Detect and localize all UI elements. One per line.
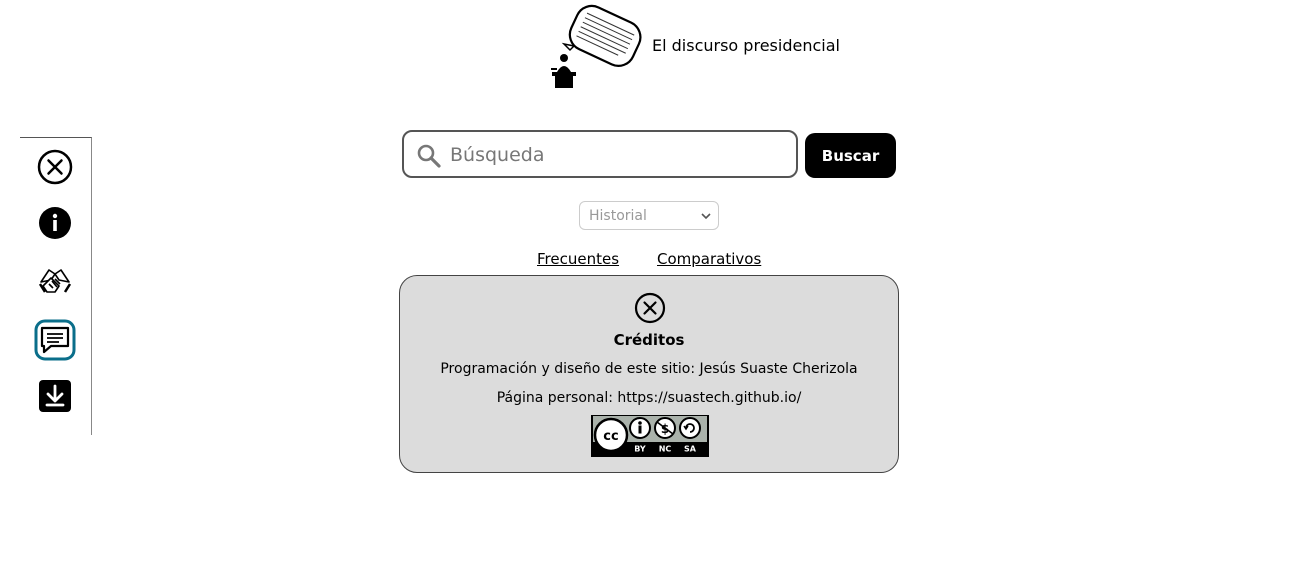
sidebar-collaboration-button[interactable] [37,262,73,298]
close-circle-icon [37,149,73,185]
svg-text:cc: cc [603,429,618,444]
sidebar-info-button[interactable] [37,205,73,241]
link-comparativos[interactable]: Comparativos [657,250,761,268]
credits-homepage: Página personal: https://suastech.github… [496,390,802,406]
search-icon [417,144,441,168]
site-title: El discurso presidencial [652,36,840,55]
handshake-icon [38,269,72,293]
sidebar-download-button[interactable] [37,378,73,414]
chevron-down-icon [701,213,711,220]
search-box [402,130,798,178]
site-logo [548,2,648,90]
search-button[interactable]: Buscar [805,133,896,178]
info-icon [39,207,71,239]
credits-title: Créditos [613,331,685,349]
sidebar-comments-button[interactable] [34,319,76,361]
close-circle-icon[interactable] [634,292,666,324]
link-frecuentes[interactable]: Frecuentes [537,250,619,268]
speaker-podium-speech-bubble-icon [551,4,642,88]
cc-label-sa: SA [684,445,697,454]
sidebar-close-button[interactable] [37,149,73,185]
cc-label-nc: NC [659,445,672,454]
credits-author: Programación y diseño de este sitio: Jes… [440,361,858,377]
chat-bubble-icon [34,319,76,361]
creative-commons-by-nc-sa-icon[interactable]: cc $ BY NC SA [591,415,709,457]
sidebar [20,137,92,435]
download-icon [39,380,71,412]
cc-label-by: BY [634,445,646,454]
credits-panel: Créditos Programación y diseño de este s… [399,275,899,473]
history-select-value: Historial [589,208,647,224]
history-select[interactable]: Historial [579,201,719,230]
search-input[interactable] [450,138,790,172]
